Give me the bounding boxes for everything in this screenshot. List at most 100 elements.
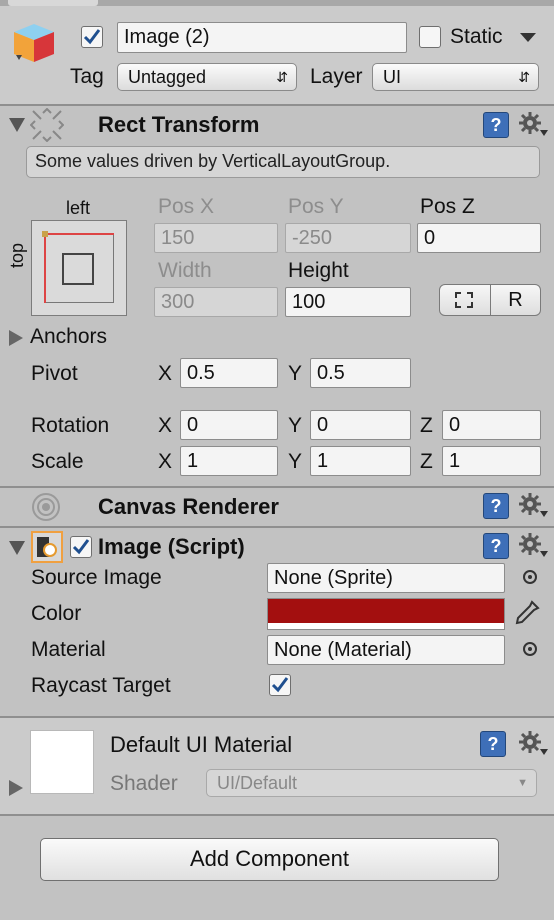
color-swatch[interactable] bbox=[267, 598, 505, 630]
rotation-x-letter: X bbox=[158, 414, 173, 437]
eyedropper-icon[interactable] bbox=[512, 598, 542, 628]
gameobject-cube-icon[interactable] bbox=[10, 22, 58, 66]
help-icon[interactable]: ? bbox=[480, 731, 506, 757]
anchor-inner-rect bbox=[62, 253, 94, 285]
rotation-y-field[interactable]: 0 bbox=[310, 410, 411, 440]
add-component-button[interactable]: Add Component bbox=[40, 838, 499, 881]
foldout-expanded-icon[interactable] bbox=[9, 541, 25, 555]
divider bbox=[0, 486, 554, 488]
foldout-collapsed-icon[interactable] bbox=[9, 780, 23, 796]
divider bbox=[0, 104, 554, 106]
add-component-label: Add Component bbox=[190, 846, 349, 871]
pos-y-field: -250 bbox=[285, 223, 411, 253]
pos-x-label: Pos X bbox=[158, 195, 215, 218]
checkmark-icon bbox=[72, 539, 90, 555]
gear-icon[interactable] bbox=[518, 531, 548, 559]
updown-arrow-icon: ⇵ bbox=[518, 69, 530, 85]
image-icon-dot bbox=[43, 543, 57, 557]
pivot-y-field[interactable]: 0.5 bbox=[310, 358, 411, 388]
gear-icon[interactable] bbox=[518, 110, 548, 138]
help-icon[interactable]: ? bbox=[483, 112, 509, 138]
color-swatch-fill bbox=[268, 599, 504, 623]
rotation-y-letter: Y bbox=[288, 414, 303, 437]
scale-y-letter: Y bbox=[288, 450, 303, 473]
raycast-target-checkbox[interactable] bbox=[269, 674, 291, 696]
pivot-x-field[interactable]: 0.5 bbox=[180, 358, 278, 388]
pivot-x-letter: X bbox=[158, 362, 173, 385]
pivot-y-letter: Y bbox=[288, 362, 303, 385]
rect-transform-icon bbox=[30, 108, 64, 142]
updown-arrow-icon: ⇵ bbox=[276, 69, 288, 85]
layer-dropdown[interactable]: UI ⇵ bbox=[372, 63, 539, 91]
raw-edit-label: R bbox=[508, 289, 523, 311]
height-field[interactable]: 100 bbox=[285, 287, 411, 317]
anchor-left-line bbox=[44, 233, 46, 303]
material-title: Default UI Material bbox=[110, 732, 293, 757]
image-enabled-checkbox[interactable] bbox=[70, 536, 92, 558]
rect-transform-title: Rect Transform bbox=[98, 112, 260, 137]
color-label: Color bbox=[31, 602, 82, 625]
rotation-z-field[interactable]: 0 bbox=[442, 410, 541, 440]
material-field[interactable]: None (Material) bbox=[267, 635, 505, 665]
static-checkbox[interactable] bbox=[419, 26, 441, 48]
source-image-label: Source Image bbox=[31, 566, 162, 589]
raycast-target-label: Raycast Target bbox=[31, 674, 171, 697]
tag-value: Untagged bbox=[128, 67, 207, 87]
material-label: Material bbox=[31, 638, 106, 661]
layer-label: Layer bbox=[310, 65, 363, 88]
scale-z-field[interactable]: 1 bbox=[442, 446, 541, 476]
raw-edit-button[interactable]: R bbox=[490, 284, 541, 316]
pivot-label: Pivot bbox=[31, 362, 78, 385]
image-script-title: Image (Script) bbox=[98, 534, 245, 559]
object-picker-icon[interactable] bbox=[521, 568, 539, 586]
layer-value: UI bbox=[383, 67, 401, 87]
pos-z-field[interactable]: 0 bbox=[417, 223, 541, 253]
rotation-label: Rotation bbox=[31, 414, 110, 437]
scale-x-letter: X bbox=[158, 450, 173, 473]
pos-z-label: Pos Z bbox=[420, 195, 475, 218]
canvas-renderer-title: Canvas Renderer bbox=[98, 494, 279, 519]
help-icon[interactable]: ? bbox=[483, 533, 509, 559]
blueprint-mode-button[interactable] bbox=[439, 284, 491, 316]
source-image-field[interactable]: None (Sprite) bbox=[267, 563, 505, 593]
rotation-x-field[interactable]: 0 bbox=[180, 410, 278, 440]
foldout-collapsed-icon[interactable] bbox=[9, 330, 23, 346]
shader-value: UI/Default bbox=[217, 773, 298, 793]
scale-x-field[interactable]: 1 bbox=[180, 446, 278, 476]
shader-label: Shader bbox=[110, 772, 178, 795]
shader-dropdown: UI/Default ▼ bbox=[206, 769, 537, 797]
help-icon[interactable]: ? bbox=[483, 493, 509, 519]
scale-z-letter: Z bbox=[420, 450, 433, 473]
dropdown-arrow-icon: ▼ bbox=[517, 777, 528, 789]
checkmark-icon bbox=[271, 677, 289, 693]
object-picker-icon[interactable] bbox=[521, 640, 539, 658]
width-field: 300 bbox=[154, 287, 278, 317]
pos-x-field: 150 bbox=[154, 223, 278, 253]
tag-dropdown[interactable]: Untagged ⇵ bbox=[117, 63, 297, 91]
anchor-h-label: left bbox=[66, 198, 91, 218]
gear-icon[interactable] bbox=[518, 729, 548, 757]
driven-info-box: Some values driven by VerticalLayoutGrou… bbox=[26, 146, 540, 178]
image-component-icon bbox=[31, 531, 63, 563]
static-dropdown-arrow-icon[interactable] bbox=[518, 30, 538, 44]
active-checkbox[interactable] bbox=[81, 26, 103, 48]
driven-info-text: Some values driven by VerticalLayoutGrou… bbox=[35, 151, 391, 171]
height-label: Height bbox=[288, 259, 349, 282]
scale-y-field[interactable]: 1 bbox=[310, 446, 411, 476]
object-name-field[interactable]: Image (2) bbox=[117, 22, 407, 53]
foldout-expanded-icon[interactable] bbox=[9, 118, 25, 132]
anchor-top-line bbox=[44, 233, 114, 235]
static-label: Static bbox=[450, 25, 503, 48]
divider bbox=[0, 526, 554, 528]
dotted-square-icon bbox=[455, 292, 473, 308]
material-preview bbox=[30, 730, 94, 794]
gear-icon[interactable] bbox=[518, 491, 548, 519]
anchor-v-label: top bbox=[7, 242, 27, 268]
inspector-tab[interactable] bbox=[8, 0, 98, 6]
rotation-z-letter: Z bbox=[420, 414, 433, 437]
anchor-presets-button[interactable] bbox=[31, 220, 127, 316]
width-label: Width bbox=[158, 259, 212, 282]
anchors-label[interactable]: Anchors bbox=[30, 324, 107, 350]
divider bbox=[0, 814, 554, 816]
canvas-renderer-eye-icon bbox=[32, 493, 60, 521]
